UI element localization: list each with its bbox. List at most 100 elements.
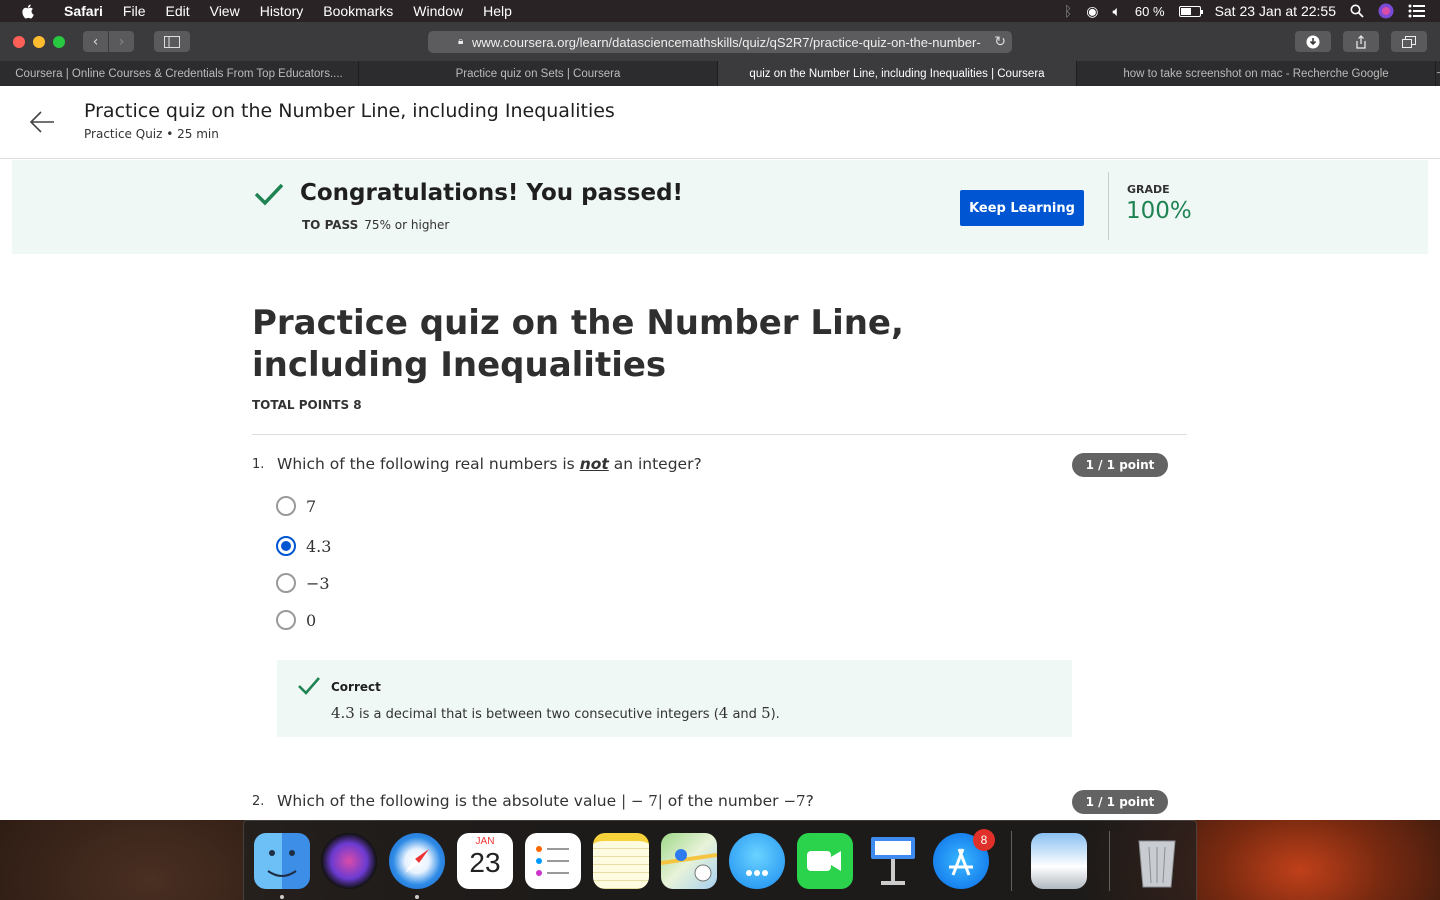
tab-practice-quiz-number-line[interactable]: quiz on the Number Line, including Inequ… <box>718 61 1077 86</box>
lock-icon: 🔒︎ <box>458 36 464 47</box>
tab-google-search[interactable]: how to take screenshot on mac - Recherch… <box>1077 61 1436 86</box>
preview-icon[interactable] <box>1031 833 1087 889</box>
apple-logo-icon[interactable] <box>20 3 36 19</box>
running-indicator <box>415 895 419 899</box>
spotlight-search-icon[interactable] <box>1350 4 1364 18</box>
share-button[interactable] <box>1343 31 1379 52</box>
feedback-integer-a: 4 <box>718 704 729 722</box>
feedback-and: and <box>732 707 757 722</box>
reminders-icon[interactable] <box>525 833 581 889</box>
facetime-icon[interactable] <box>797 833 853 889</box>
correct-checkmark-icon <box>298 677 320 695</box>
notification-center-icon[interactable] <box>1408 4 1426 18</box>
menu-help[interactable]: Help <box>473 3 522 19</box>
close-window-button[interactable] <box>13 35 25 48</box>
bluetooth-icon[interactable]: ᛒ <box>1064 3 1072 19</box>
battery-percent[interactable]: 60 % <box>1135 4 1165 19</box>
video-camera-icon <box>807 851 841 871</box>
sidebar-toggle-button[interactable] <box>154 31 190 52</box>
siri-menu-icon[interactable] <box>1378 3 1394 19</box>
question-number: 1. <box>252 457 265 472</box>
menu-view[interactable]: View <box>200 3 250 19</box>
feedback-text: is a decimal that is between two consecu… <box>359 707 719 722</box>
to-pass-label: TO PASS <box>302 218 359 232</box>
question-points-badge: 1 / 1 point <box>1072 790 1168 814</box>
question-math-2: −7 <box>783 792 806 810</box>
question-text: Which of the following is the absolute v… <box>277 792 814 810</box>
web-page: Practice quiz on the Number Line, includ… <box>0 86 1440 820</box>
reminders-list-icon <box>536 846 569 876</box>
radio-button[interactable] <box>276 496 296 516</box>
checkmark-icon <box>254 183 284 206</box>
back-button[interactable]: ‹ <box>83 31 108 52</box>
answer-option-selected[interactable]: 4.3 <box>276 536 331 556</box>
grade-value: 100% <box>1126 198 1192 224</box>
address-bar[interactable]: 🔒︎ www.coursera.org/learn/datasciencemat… <box>428 31 1012 53</box>
clock[interactable]: Sat 23 Jan at 22:55 <box>1215 3 1336 19</box>
tabs-icon <box>1402 35 1416 48</box>
finder-icon[interactable] <box>254 833 310 889</box>
minimize-window-button[interactable] <box>33 35 45 48</box>
keynote-icon[interactable] <box>865 833 921 889</box>
answer-option[interactable]: 7 <box>276 496 316 516</box>
battery-icon[interactable] <box>1178 5 1203 17</box>
safari-icon[interactable] <box>389 833 445 889</box>
header-title: Practice quiz on the Number Line, includ… <box>84 100 615 122</box>
reload-icon[interactable]: ↻ <box>994 33 1006 50</box>
notes-icon[interactable] <box>593 833 649 889</box>
tab-coursera-home[interactable]: Coursera | Online Courses & Credentials … <box>0 61 359 86</box>
quiz-header: Practice quiz on the Number Line, includ… <box>0 86 1440 159</box>
zoom-window-button[interactable] <box>53 35 65 48</box>
answer-feedback: Correct 4.3 is a decimal that is between… <box>277 660 1072 737</box>
radio-button[interactable] <box>276 610 296 630</box>
feedback-status: Correct <box>331 680 381 694</box>
question-text-after: ? <box>805 792 814 810</box>
question-math: | − 7| <box>621 792 663 810</box>
menu-bookmarks[interactable]: Bookmarks <box>313 3 403 19</box>
banner-divider <box>1108 172 1109 240</box>
wifi-icon[interactable]: ◉ <box>1086 3 1098 20</box>
macos-dock: JAN 23 8 <box>243 820 1197 900</box>
forward-button[interactable]: › <box>109 31 134 52</box>
header-subtitle: Practice Quiz • 25 min <box>84 127 219 141</box>
answer-label: −3 <box>306 573 330 593</box>
question-text-after: an integer? <box>613 455 702 473</box>
finder-face-icon <box>267 850 297 877</box>
volume-icon[interactable]: 🔈︎ <box>1113 3 1121 20</box>
maps-icon[interactable] <box>660 833 718 889</box>
calendar-day: 23 <box>469 847 501 878</box>
pass-requirement: TO PASS 75% or higher <box>302 218 449 232</box>
back-arrow-icon[interactable] <box>28 108 56 136</box>
trash-icon[interactable] <box>1129 833 1185 889</box>
chevron-right-icon: › <box>118 33 125 50</box>
running-indicator <box>280 895 284 899</box>
share-icon <box>1356 34 1366 49</box>
url-text: www.coursera.org/learn/datasciencemathsk… <box>472 34 981 50</box>
menu-history[interactable]: History <box>250 3 314 19</box>
calendar-icon[interactable]: JAN 23 <box>457 833 513 889</box>
keep-learning-button[interactable]: Keep Learning <box>960 190 1084 226</box>
messages-icon[interactable] <box>729 833 785 889</box>
total-points: TOTAL POINTS 8 <box>252 398 362 412</box>
menu-window[interactable]: Window <box>403 3 473 19</box>
question-text: Which of the following real numbers is n… <box>277 455 702 473</box>
answer-option[interactable]: 0 <box>276 610 316 630</box>
map-pin-icon <box>660 849 718 882</box>
menu-file[interactable]: File <box>113 3 156 19</box>
calendar-month: JAN <box>475 836 495 847</box>
answer-option[interactable]: −3 <box>276 573 330 593</box>
answer-label: 0 <box>306 610 317 630</box>
radio-button[interactable] <box>276 573 296 593</box>
radio-button-checked[interactable] <box>276 536 296 556</box>
menu-safari[interactable]: Safari <box>54 3 113 19</box>
new-tab-button[interactable]: + <box>1436 61 1440 86</box>
speech-bubble-icon <box>746 870 768 876</box>
menu-edit[interactable]: Edit <box>155 3 199 19</box>
downloads-button[interactable] <box>1295 31 1331 52</box>
tab-overview-button[interactable] <box>1391 31 1427 52</box>
pass-message: Congratulations! You passed! <box>300 180 684 206</box>
chevron-left-icon: ‹ <box>92 33 99 50</box>
safari-toolbar: ‹ › 🔒︎ www.coursera.org/learn/datascienc… <box>0 22 1440 61</box>
tab-practice-quiz-sets[interactable]: Practice quiz on Sets | Coursera <box>359 61 718 86</box>
siri-icon[interactable] <box>321 833 377 889</box>
